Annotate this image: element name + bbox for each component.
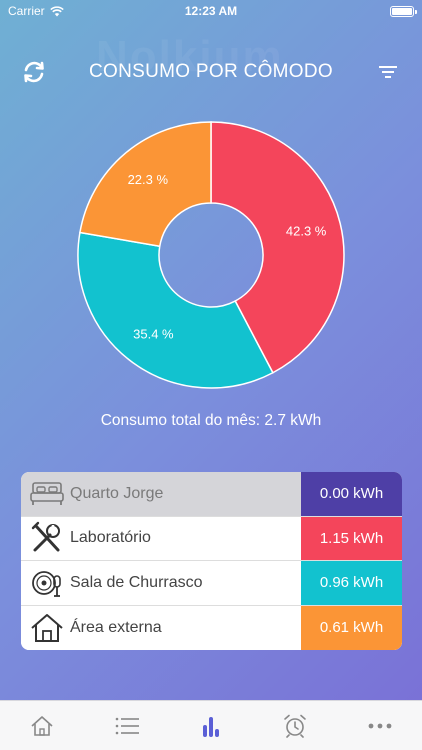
room-row-sala-de-churrasco[interactable]: Sala de Churrasco 0.96 kWh bbox=[21, 561, 402, 606]
status-left: Carrier bbox=[8, 4, 64, 18]
tab-alarm[interactable] bbox=[275, 706, 315, 746]
wifi-icon bbox=[49, 5, 64, 16]
header: CONSUMO POR CÔMODO bbox=[0, 52, 422, 92]
room-row-laboratorio[interactable]: Laboratório 1.15 kWh bbox=[21, 516, 402, 561]
room-name: Área externa bbox=[70, 618, 162, 636]
tab-list[interactable] bbox=[107, 706, 147, 746]
room-value: 0.96 kWh bbox=[301, 561, 402, 605]
battery-fill bbox=[392, 7, 412, 15]
battery-icon bbox=[390, 5, 417, 17]
room-list: Quarto Jorge 0.00 kWh Laboratório 1.15 k… bbox=[21, 472, 402, 650]
tab-bar bbox=[0, 700, 422, 750]
room-name: Laboratório bbox=[70, 529, 151, 547]
room-row-area-externa[interactable]: Área externa 0.61 kWh bbox=[21, 605, 402, 650]
monthly-total-label: Consumo total do mês: 2.7 kWh bbox=[100, 412, 322, 429]
room-row-quarto-jorge[interactable]: Quarto Jorge 0.00 kWh bbox=[21, 472, 402, 517]
filter-icon[interactable] bbox=[378, 62, 398, 82]
tools-icon bbox=[29, 520, 65, 556]
slice-label-laboratorio: 42.3 % bbox=[286, 224, 327, 239]
room-name: Sala de Churrasco bbox=[70, 573, 203, 591]
room-value: 1.15 kWh bbox=[301, 516, 402, 560]
room-value: 0.00 kWh bbox=[301, 472, 402, 516]
tab-home[interactable] bbox=[22, 706, 62, 746]
list-icon bbox=[115, 717, 139, 734]
status-bar: Carrier 12:23 AM bbox=[0, 0, 422, 22]
alarm-icon bbox=[284, 714, 307, 738]
grill-icon bbox=[29, 565, 65, 601]
house-icon bbox=[29, 610, 65, 646]
refresh-icon[interactable] bbox=[20, 58, 48, 86]
more-icon bbox=[368, 723, 392, 728]
room-value: 0.61 kWh bbox=[301, 605, 402, 650]
room-name: Quarto Jorge bbox=[70, 484, 164, 502]
page-title: CONSUMO POR CÔMODO bbox=[89, 61, 333, 82]
bed-icon bbox=[29, 476, 65, 512]
tab-more[interactable] bbox=[360, 706, 400, 746]
slice-label-sala-de-churrasco: 35.4 % bbox=[133, 326, 174, 341]
tab-chart[interactable] bbox=[191, 706, 231, 746]
consumption-donut-chart: 0 %42.3 %35.4 %22.3 % bbox=[76, 120, 346, 390]
home-icon bbox=[31, 715, 53, 736]
donut-svg: 0 %42.3 %35.4 %22.3 % bbox=[77, 121, 345, 389]
carrier-label: Carrier bbox=[8, 4, 45, 18]
slice-label-area-externa: 22.3 % bbox=[128, 172, 169, 187]
chart-icon bbox=[202, 716, 219, 737]
